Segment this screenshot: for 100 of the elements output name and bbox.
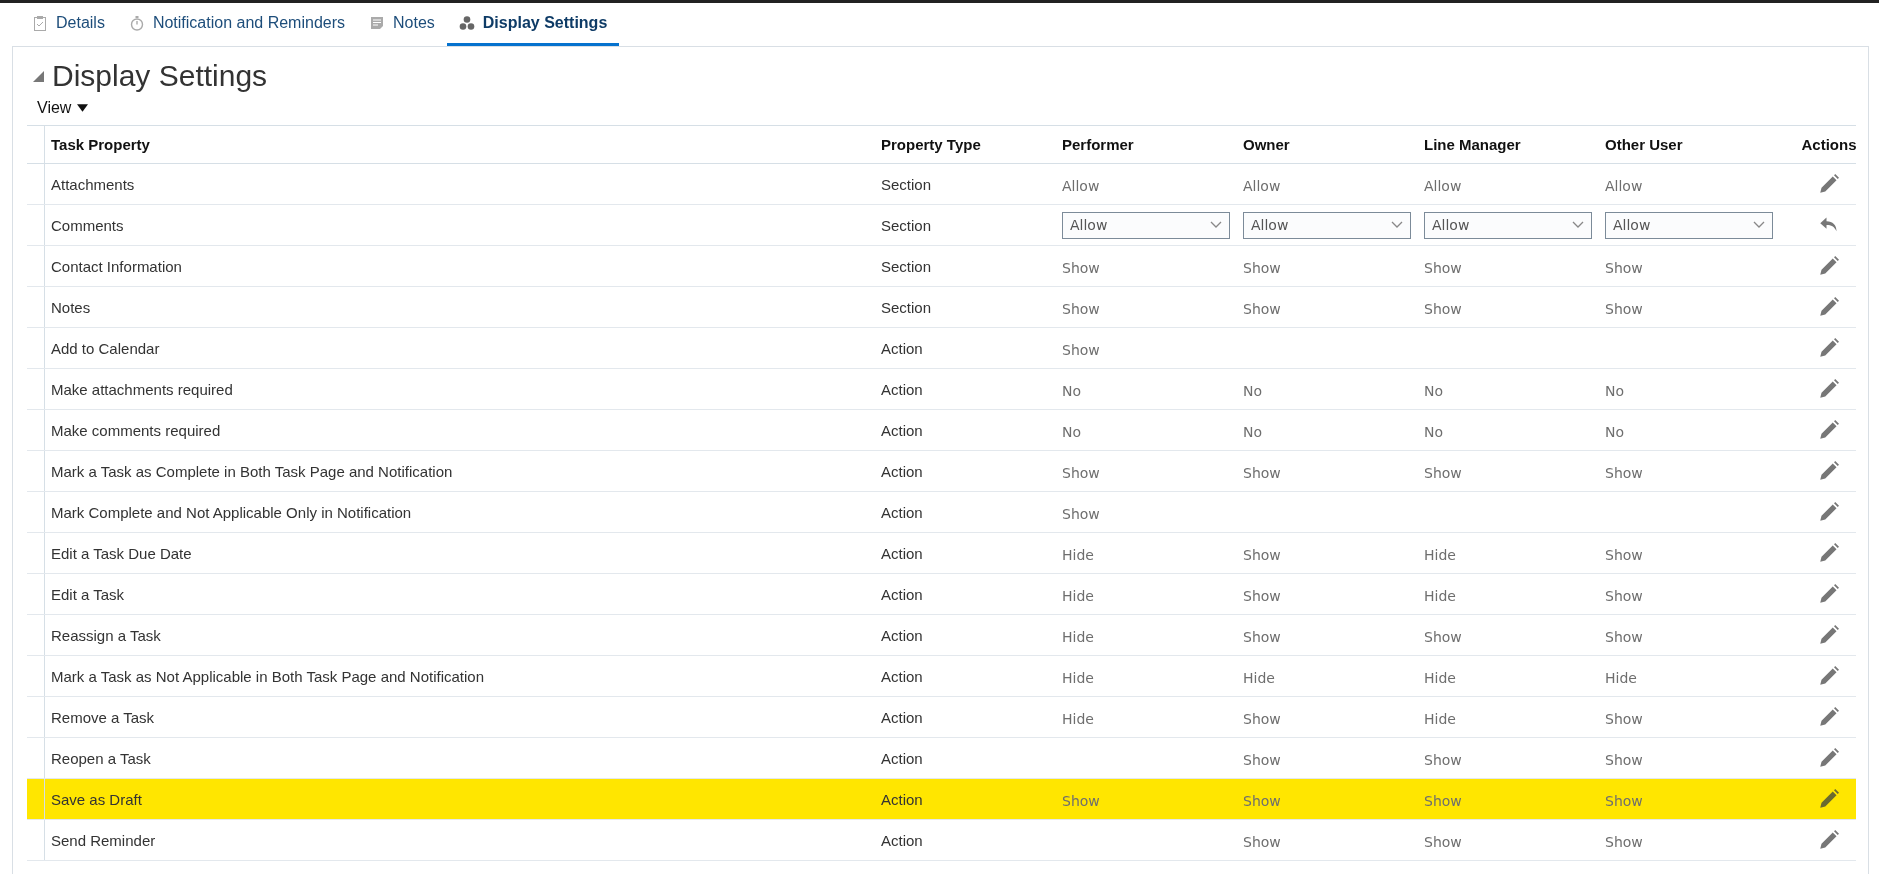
table-cell-text: Make attachments required — [50, 380, 234, 398]
pencil-icon[interactable] — [1819, 625, 1839, 645]
table-cell-text: Mark Complete and Not Applicable Only in Notification — [50, 503, 413, 521]
table-cell-text: Reopen a Task — [50, 749, 152, 767]
table-cell-text: No — [1061, 423, 1083, 440]
table-cell-text: Show — [1242, 751, 1282, 768]
table-cell-text: Action — [880, 421, 924, 439]
table-cell-text: Hide — [1423, 587, 1457, 604]
pencil-icon[interactable] — [1819, 707, 1839, 727]
table-cell-text: Attachments — [50, 175, 136, 193]
table-cell-text: Show — [1061, 300, 1101, 317]
table-cell-text: Section — [880, 216, 933, 234]
table-cell-text: Show — [1242, 628, 1282, 645]
dropdown-field[interactable]: Allow — [1243, 211, 1411, 239]
tab[interactable]: Display Settings — [446, 3, 620, 46]
pencil-icon[interactable] — [1819, 256, 1839, 276]
caret-icon — [77, 104, 89, 112]
table-cell-text: Show — [1423, 751, 1463, 768]
disclosure-triangle-icon[interactable] — [33, 70, 44, 82]
table-cell-text: Allow — [1604, 177, 1644, 194]
pencil-icon[interactable] — [1819, 461, 1839, 481]
table-cell-text: Show — [1604, 833, 1644, 850]
dropdown-field[interactable]: Allow — [1605, 211, 1773, 239]
tab[interactable]: Notes — [357, 3, 447, 46]
clipboard-icon — [32, 15, 48, 31]
table-cell-text: Mark a Task as Not Applicable in Both Task Page and Notification — [50, 667, 486, 685]
pencil-icon[interactable] — [1819, 666, 1839, 686]
table-cell-text: Allow — [1061, 177, 1101, 194]
table-cell-text: Hide — [1423, 710, 1457, 727]
table-cell-text: Comments — [50, 216, 125, 234]
table-cell-text: Remove a Task — [50, 708, 156, 726]
table-cell-text: Notes — [50, 298, 92, 316]
column-header: Property Type — [880, 136, 982, 153]
pencil-icon[interactable] — [1819, 420, 1839, 440]
table-cell-text: Action — [880, 831, 924, 849]
column-header: Line Manager — [1423, 136, 1522, 153]
pencil-icon[interactable] — [1819, 297, 1839, 317]
table-cell-text: No — [1604, 423, 1626, 440]
table-cell-text: Action — [880, 544, 924, 562]
table-cell-text: Edit a Task Due Date — [50, 544, 193, 562]
chevron-icon — [1753, 221, 1765, 229]
pencil-icon[interactable] — [1819, 543, 1839, 563]
column-header: Other User — [1604, 136, 1684, 153]
table-cell-text: No — [1423, 382, 1445, 399]
column-header: Performer — [1061, 136, 1135, 153]
table-cell-text: Make comments required — [50, 421, 222, 439]
dropdown-field[interactable]: Allow — [1424, 211, 1592, 239]
table-cell-text: Show — [1061, 792, 1101, 809]
table-cell-text: Action — [880, 749, 924, 767]
table-cell-text: Save as Draft — [50, 790, 143, 808]
table-cell-text: No — [1604, 382, 1626, 399]
table-cell-text: Reassign a Task — [50, 626, 162, 644]
table-cell-text: Section — [880, 175, 933, 193]
table-cell-text: Show — [1061, 464, 1101, 481]
table-cell-text: Hide — [1242, 669, 1276, 686]
pencil-icon[interactable] — [1819, 830, 1839, 850]
table-cell-text: Show — [1423, 259, 1463, 276]
table-cell-text: Action — [880, 708, 924, 726]
table-cell-text: No — [1061, 382, 1083, 399]
table-cell-text: Action — [880, 380, 924, 398]
pencil-icon[interactable] — [1819, 789, 1839, 809]
table-cell-text: Show — [1061, 259, 1101, 276]
dots-icon — [458, 15, 475, 31]
column-header: Actions — [1800, 136, 1858, 153]
table-cell-text: No — [1242, 382, 1264, 399]
pencil-icon[interactable] — [1819, 748, 1839, 768]
pencil-icon[interactable] — [1819, 338, 1839, 358]
table-cell-text: Edit a Task — [50, 585, 126, 603]
pencil-icon[interactable] — [1819, 502, 1839, 522]
table-cell-text: Show — [1604, 259, 1644, 276]
chevron-icon — [1572, 221, 1584, 229]
table-cell-text: Show — [1423, 628, 1463, 645]
table-cell-text: Show — [1242, 300, 1282, 317]
table-cell-text: Hide — [1423, 669, 1457, 686]
table-cell-text: Show — [1242, 833, 1282, 850]
pencil-icon[interactable] — [1819, 379, 1839, 399]
table-cell-text: Show — [1061, 505, 1101, 522]
dropdown-field[interactable]: Allow — [1062, 211, 1230, 239]
table-cell-text: Action — [880, 667, 924, 685]
table-cell-text: Show — [1604, 751, 1644, 768]
pencil-icon[interactable] — [1819, 174, 1839, 194]
view-menu[interactable]: View — [27, 93, 89, 123]
table-cell-text: Allow — [1242, 177, 1282, 194]
table-cell-text: Show — [1604, 587, 1644, 604]
table-cell-text: Action — [880, 339, 924, 357]
chevron-icon — [1391, 221, 1403, 229]
table-cell-text: Show — [1604, 546, 1644, 563]
table-cell-text: Show — [1242, 464, 1282, 481]
table-cell-text: Show — [1604, 710, 1644, 727]
table-cell-text: Send Reminder — [50, 831, 157, 849]
tab[interactable]: Notification and Reminders — [116, 3, 357, 46]
table-cell-text: Action — [880, 626, 924, 644]
table-cell-text: No — [1242, 423, 1264, 440]
tab[interactable]: Details — [20, 3, 117, 46]
table-cell-text: Action — [880, 790, 924, 808]
table-cell-text: Show — [1604, 464, 1644, 481]
note-icon — [369, 15, 385, 31]
table-cell-text: Show — [1242, 792, 1282, 809]
table-cell-text: Hide — [1604, 669, 1638, 686]
pencil-icon[interactable] — [1819, 584, 1839, 604]
